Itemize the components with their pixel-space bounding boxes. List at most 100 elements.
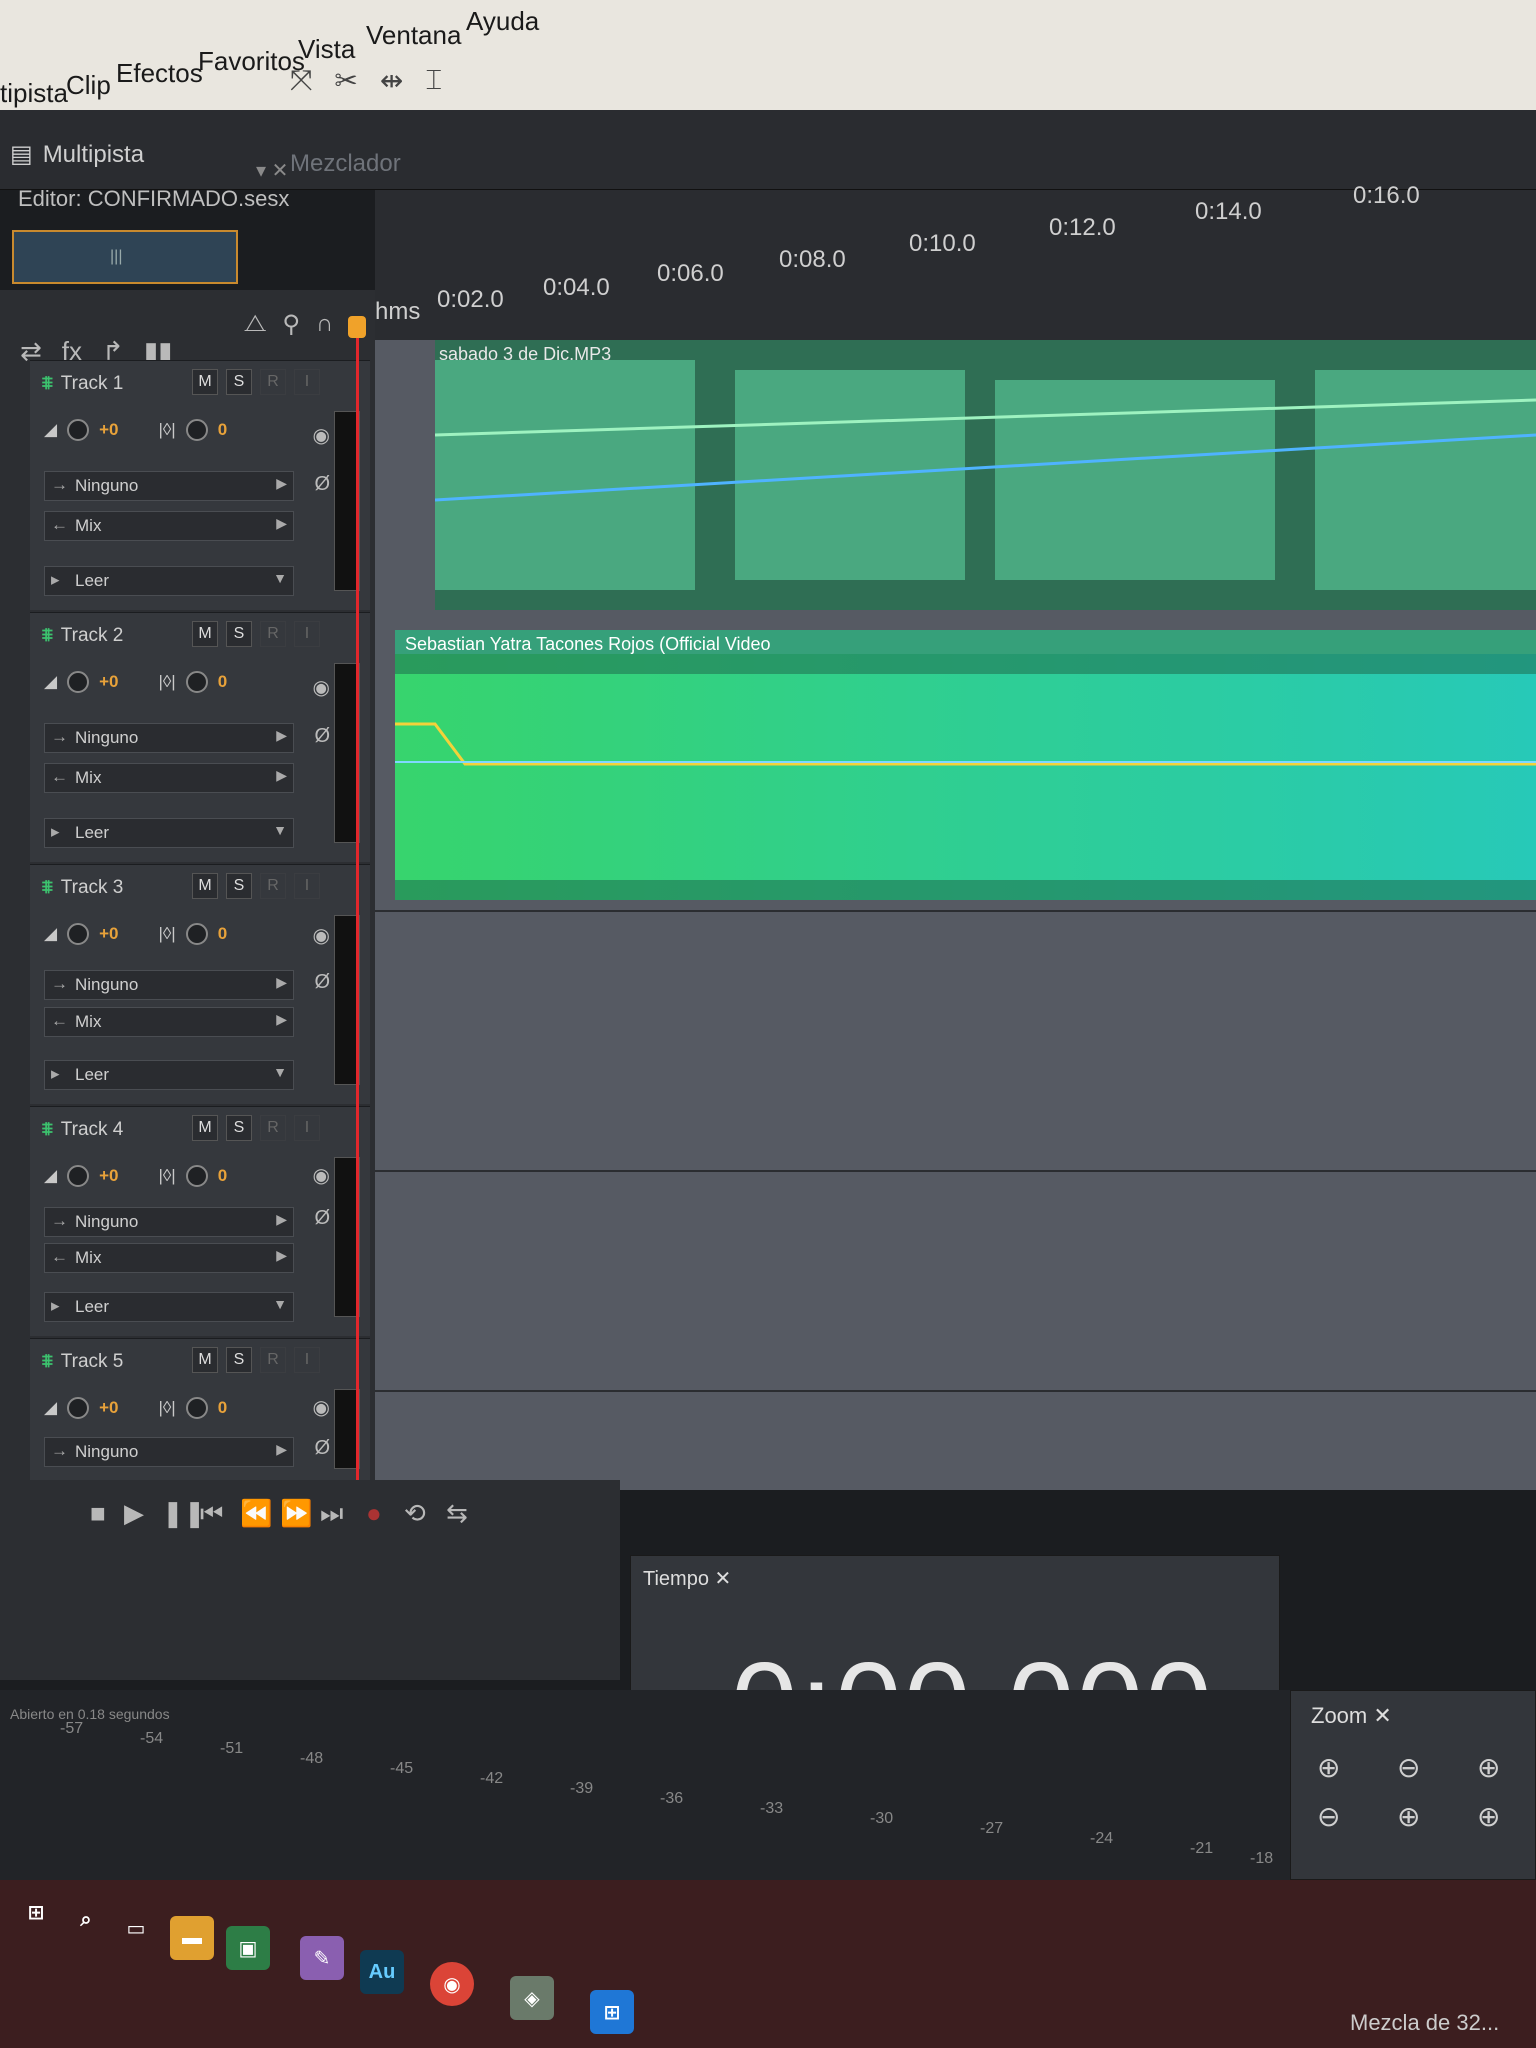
- input-select[interactable]: → Ninguno ▶: [44, 723, 294, 753]
- solo-button[interactable]: S: [226, 1347, 252, 1373]
- record-button[interactable]: R: [260, 621, 286, 647]
- move-tool-icon[interactable]: ⤧: [290, 64, 312, 97]
- volume-value[interactable]: +0: [99, 420, 118, 440]
- record-button[interactable]: R: [260, 369, 286, 395]
- mute-button[interactable]: M: [192, 621, 218, 647]
- output-select[interactable]: ← Mix ▶: [44, 763, 294, 793]
- volume-knob[interactable]: [67, 671, 90, 693]
- task-view-icon[interactable]: ▭: [114, 1906, 158, 1950]
- chrome-icon[interactable]: ◉: [430, 1962, 474, 2006]
- pan-knob[interactable]: [185, 1397, 208, 1419]
- pan-value[interactable]: 0: [218, 420, 227, 440]
- audition-icon[interactable]: Au: [360, 1950, 404, 1994]
- zoom-to-selection-icon[interactable]: ⊕: [1397, 1800, 1461, 1833]
- automation-select[interactable]: ▸ Leer ▼: [44, 818, 294, 848]
- input-select[interactable]: → Ninguno ▶: [44, 1207, 294, 1237]
- menu-multipista[interactable]: tipista: [0, 78, 68, 109]
- metronome-icon[interactable]: ⧍: [244, 310, 266, 339]
- volume-knob[interactable]: [67, 1397, 90, 1419]
- mute-button[interactable]: M: [192, 1115, 218, 1141]
- monitor-input-button[interactable]: I: [294, 1115, 320, 1141]
- pan-knob[interactable]: [185, 923, 208, 945]
- phase-invert-icon[interactable]: Ø: [314, 473, 330, 496]
- monitor-input-button[interactable]: I: [294, 1347, 320, 1373]
- record-button[interactable]: R: [260, 873, 286, 899]
- automation-select[interactable]: ▸ Leer ▼: [44, 566, 294, 596]
- loop-icon[interactable]: ⟲: [404, 1498, 426, 1529]
- monitor-input-button[interactable]: I: [294, 369, 320, 395]
- pan-value[interactable]: 0: [218, 1166, 227, 1186]
- monitor-input-button[interactable]: I: [294, 873, 320, 899]
- solo-button[interactable]: S: [226, 621, 252, 647]
- record-icon[interactable]: ●: [366, 1498, 382, 1529]
- menu-vista[interactable]: Vista: [298, 34, 355, 65]
- phase-invert-icon[interactable]: Ø: [314, 1207, 330, 1230]
- track-lanes[interactable]: sabado 3 de Dic.MP3 Sebastian Yatra Taco…: [375, 340, 1536, 1490]
- snap-icon[interactable]: ⚲: [282, 310, 300, 339]
- skip-icon[interactable]: ⇆: [446, 1498, 468, 1529]
- menu-favoritos[interactable]: Favoritos: [198, 46, 305, 77]
- tab-zoom[interactable]: Zoom ✕: [1311, 1703, 1392, 1729]
- zoom-in-amplitude-icon[interactable]: ⊕: [1317, 1751, 1381, 1784]
- time-selection-tool-icon[interactable]: ⌶: [425, 64, 442, 97]
- phase-invert-icon[interactable]: Ø: [314, 1437, 330, 1460]
- audio-clip-2[interactable]: [395, 630, 1536, 900]
- mute-button[interactable]: M: [192, 1347, 218, 1373]
- volume-value[interactable]: +0: [99, 924, 118, 944]
- go-to-start-icon[interactable]: ⏮: [200, 1498, 223, 1530]
- menu-efectos[interactable]: Efectos: [116, 58, 203, 89]
- search-icon[interactable]: ⌕: [64, 1898, 108, 1942]
- mute-button[interactable]: M: [192, 369, 218, 395]
- timeline-ruler[interactable]: hms 0:02.0 0:04.0 0:06.0 0:08.0 0:10.0 0…: [375, 182, 1536, 340]
- monitor-icon[interactable]: ◉: [313, 675, 330, 700]
- output-select[interactable]: ← Mix ▶: [44, 1243, 294, 1273]
- audio-clip-1[interactable]: sabado 3 de Dic.MP3: [435, 340, 1536, 610]
- store-icon[interactable]: ▣: [226, 1926, 270, 1970]
- pan-knob[interactable]: [185, 1165, 208, 1187]
- windows-start-icon[interactable]: ⊞: [14, 1890, 58, 1934]
- menu-clip[interactable]: Clip: [66, 70, 111, 101]
- playhead-handle[interactable]: [348, 316, 366, 338]
- monitor-icon[interactable]: ◉: [313, 923, 330, 948]
- volume-knob[interactable]: [67, 923, 90, 945]
- pan-value[interactable]: 0: [218, 1398, 227, 1418]
- record-button[interactable]: R: [260, 1115, 286, 1141]
- input-select[interactable]: → Ninguno ▶: [44, 970, 294, 1000]
- volume-value[interactable]: +0: [99, 1398, 118, 1418]
- output-select[interactable]: ← Mix ▶: [44, 1007, 294, 1037]
- tab-multipista[interactable]: ▤ Multipista: [10, 140, 144, 169]
- pan-knob[interactable]: [185, 671, 208, 693]
- zoom-in-time-icon[interactable]: ⊕: [1477, 1751, 1536, 1784]
- rewind-icon[interactable]: ⏪: [240, 1498, 272, 1529]
- output-select[interactable]: ← Mix ▶: [44, 511, 294, 541]
- fast-forward-icon[interactable]: ⏩: [280, 1498, 312, 1529]
- menu-ayuda[interactable]: Ayuda: [466, 6, 539, 37]
- app-icon[interactable]: ◈: [510, 1976, 554, 2020]
- close-icon[interactable]: ▾ ✕: [256, 158, 288, 183]
- pan-knob[interactable]: [185, 419, 208, 441]
- session-overview[interactable]: [12, 230, 238, 284]
- solo-button[interactable]: S: [226, 1115, 252, 1141]
- monitor-icon[interactable]: ◉: [313, 1163, 330, 1188]
- monitor-icon[interactable]: ◉: [313, 1395, 330, 1420]
- paint-icon[interactable]: ✎: [300, 1936, 344, 1980]
- file-explorer-icon[interactable]: ▬: [170, 1916, 214, 1960]
- slip-tool-icon[interactable]: ⇹: [380, 64, 403, 97]
- headphones-icon[interactable]: ∩: [316, 310, 333, 339]
- menu-ventana[interactable]: Ventana: [366, 20, 461, 51]
- monitor-input-button[interactable]: I: [294, 621, 320, 647]
- automation-select[interactable]: ▸ Leer ▼: [44, 1292, 294, 1322]
- mute-button[interactable]: M: [192, 873, 218, 899]
- volume-value[interactable]: +0: [99, 1166, 118, 1186]
- grip-icon[interactable]: |||: [110, 248, 122, 266]
- input-select[interactable]: → Ninguno ▶: [44, 1437, 294, 1467]
- volume-knob[interactable]: [67, 1165, 90, 1187]
- volume-value[interactable]: +0: [99, 672, 118, 692]
- input-select[interactable]: → Ninguno ▶: [44, 471, 294, 501]
- pan-value[interactable]: 0: [218, 672, 227, 692]
- stop-icon[interactable]: ■: [90, 1498, 106, 1529]
- playhead[interactable]: [356, 320, 359, 1490]
- pan-value[interactable]: 0: [218, 924, 227, 944]
- windows-app-icon[interactable]: ⊞: [590, 1990, 634, 2034]
- zoom-out-amplitude-icon[interactable]: ⊖: [1397, 1751, 1461, 1784]
